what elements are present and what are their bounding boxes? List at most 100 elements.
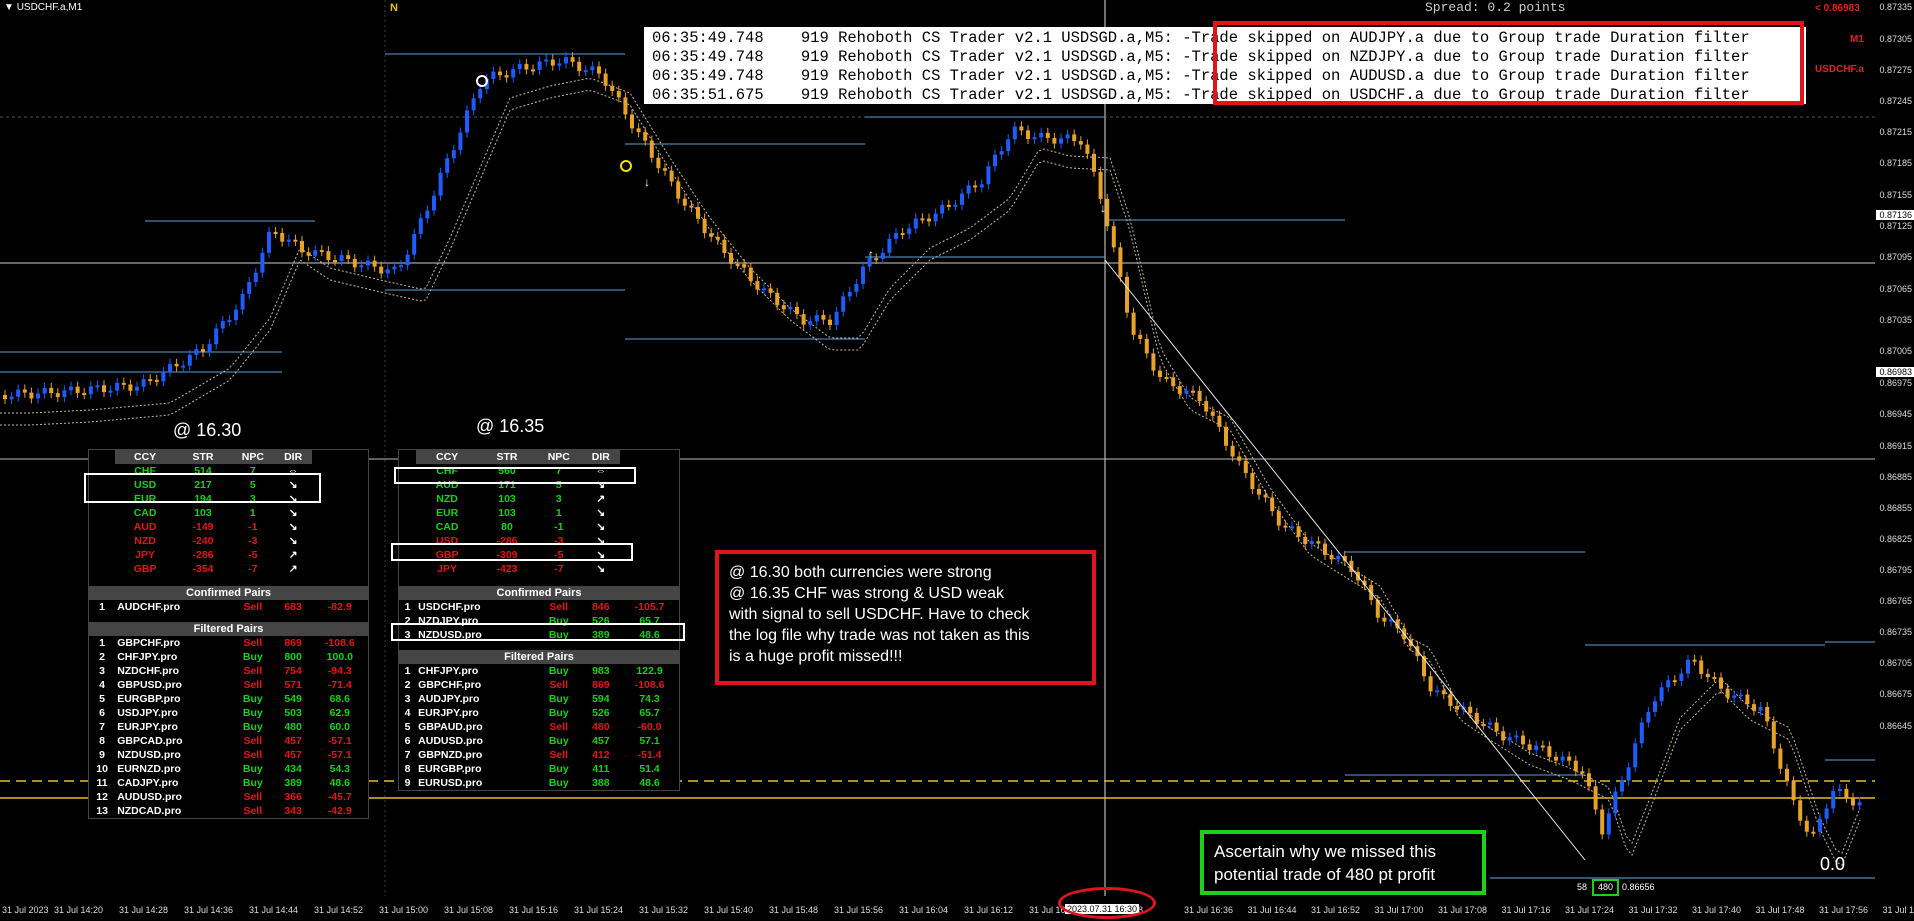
candle-body	[1250, 473, 1255, 490]
candle-body	[1316, 541, 1321, 544]
candle-body	[986, 166, 991, 185]
pair-symbol: EURGBP.pro	[418, 763, 482, 775]
pair-row: 5 GBPAUD.pro Sell 480 -60.0	[399, 720, 679, 734]
col-header: STR	[175, 450, 231, 464]
note-line: Ascertain why we missed this	[1214, 842, 1437, 861]
candle-body	[1653, 701, 1657, 712]
pair-symbol: USDJPY.pro	[117, 707, 178, 719]
candle-body	[1448, 694, 1453, 707]
pair-index: 6	[99, 707, 106, 719]
price-tick: 0.87035	[1879, 315, 1912, 325]
pair-symbol: EURNZD.pro	[117, 763, 181, 775]
symbol-label: ▼ USDCHF.a,M1	[4, 2, 82, 13]
candle-body	[498, 71, 502, 76]
direction-icon: ↘	[288, 521, 298, 533]
pair-strength: 457	[284, 735, 302, 747]
time-tick: 31 Jul 14:52	[314, 905, 364, 915]
pair-index: 9	[99, 749, 106, 761]
candle-body	[880, 252, 885, 259]
candle-body	[927, 218, 931, 222]
strength-row: JPY -423 -7 ↘	[399, 562, 679, 576]
pair-strength: 571	[284, 679, 302, 691]
time-tick: 31 Jul 15:24	[574, 905, 624, 915]
candle-body	[42, 387, 47, 394]
candle-body	[1587, 773, 1591, 787]
pair-side: Sell	[243, 637, 263, 649]
profit-points-box: 480	[1592, 879, 1619, 896]
candle-body	[564, 57, 568, 64]
pair-index: 7	[99, 721, 106, 733]
candle-body	[1824, 808, 1829, 819]
pair-index: 13	[96, 805, 108, 817]
time-tick: 31 Jul 15:08	[444, 905, 494, 915]
pair-percent: 48.6	[329, 777, 350, 789]
symbol-text: USDCHF.a,M1	[16, 2, 83, 13]
col-header: DIR	[581, 450, 621, 464]
candle-body	[894, 233, 898, 239]
pair-index: 3	[404, 693, 411, 705]
candle-body	[762, 288, 766, 291]
candle-body	[438, 172, 443, 196]
pair-strength: 457	[284, 749, 302, 761]
candle-body	[220, 321, 225, 329]
candle-body	[630, 114, 634, 129]
candle-body	[1844, 788, 1849, 798]
pair-percent: -42.9	[327, 805, 352, 817]
candle-body	[1237, 456, 1242, 461]
confirmed-pairs-header: Confirmed Pairs	[399, 586, 679, 600]
candle-body	[907, 228, 912, 235]
time-tick: 31 Jul 16:36	[1184, 905, 1234, 915]
pair-row: 3 NZDCHF.pro Sell 754 -94.3	[89, 664, 368, 678]
candle-body	[273, 232, 278, 235]
pair-strength: 869	[284, 637, 302, 649]
candle-body	[346, 255, 351, 259]
pair-index: 8	[404, 763, 411, 775]
candle-body	[181, 365, 186, 368]
chf-usd-highlight	[84, 473, 321, 503]
strength-row: NZD 103 3 ↗	[399, 492, 679, 506]
candle-body	[689, 205, 694, 208]
pair-strength: 754	[284, 665, 302, 677]
candle-body	[36, 393, 40, 399]
candle-body	[1613, 791, 1618, 814]
candle-body	[775, 292, 780, 306]
note-line: with signal to sell USDCHF. Have to chec…	[729, 606, 1030, 623]
pair-percent: -71.4	[327, 679, 352, 691]
candle-body	[1712, 677, 1717, 680]
candle-body	[1798, 800, 1803, 821]
strength-row: GBP -354 -7 ↗	[89, 562, 368, 576]
log-id: 919	[800, 67, 829, 85]
candle-body	[161, 371, 166, 382]
pair-symbol: USDCHF.pro	[418, 601, 481, 613]
candle-body	[557, 63, 562, 66]
timeframe-label: M1	[1850, 34, 1864, 45]
candle-body	[1210, 411, 1215, 416]
candle-body	[1085, 144, 1090, 154]
col-header: CCY	[115, 450, 176, 464]
candle-body	[788, 306, 793, 310]
npc-value: -3	[248, 535, 258, 547]
candle-body	[854, 283, 859, 292]
candle-body	[1804, 820, 1809, 832]
time-tick: 31 Jul 17:24	[1565, 905, 1615, 915]
pair-percent: 57.1	[639, 735, 660, 747]
pair-index: 12	[96, 791, 108, 803]
pair-index: 7	[404, 749, 411, 761]
candle-body	[22, 389, 27, 393]
pair-index: 8	[99, 735, 106, 747]
candle-body	[953, 204, 958, 207]
price-tick: 0.87155	[1879, 190, 1912, 200]
pair-strength: 457	[592, 735, 610, 747]
candle-body	[372, 260, 377, 267]
candle-body	[1032, 137, 1037, 140]
pair-row: 8 GBPCAD.pro Sell 457 -57.1	[89, 734, 368, 748]
dropdown-icon[interactable]: ▼	[4, 2, 17, 13]
candle-body	[1620, 780, 1624, 792]
candle-body	[405, 254, 410, 266]
candle-body	[1521, 735, 1525, 745]
zero-label: 0.0	[1820, 854, 1846, 874]
candle-body	[313, 250, 318, 256]
candle-body	[828, 319, 832, 325]
candle-body	[887, 238, 892, 253]
pair-row: 10 EURNZD.pro Buy 434 54.3	[89, 762, 368, 776]
